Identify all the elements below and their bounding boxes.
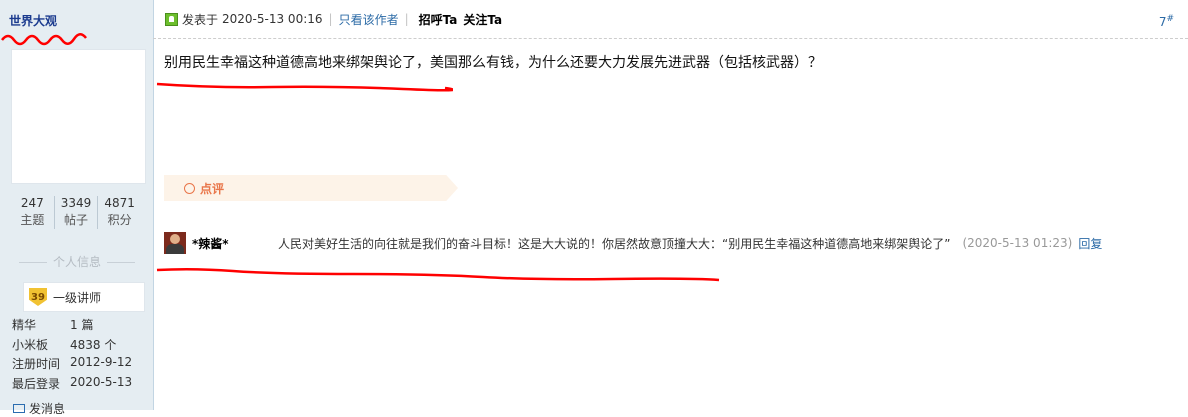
author-info-table: 精华 1 篇 小米板 4838 个 注册时间 2012-9-12 最后登录 2020-5… [12, 316, 132, 394]
info-value: 2020-5-13 [70, 374, 133, 389]
section-title-text: 个人信息 [52, 255, 101, 269]
only-author-link[interactable]: 只看该作者 [339, 11, 399, 28]
post-main: 发表于 2020-5-13 00:16 | 只看该作者 | 招呼Ta 关注Ta … [153, 0, 1188, 410]
info-key: 最后登录 [12, 376, 61, 391]
comment-circle-icon [184, 182, 195, 194]
author-username[interactable]: 世界大观 [9, 12, 57, 29]
posted-prefix: 发表于 [182, 12, 219, 27]
mail-icon [13, 404, 25, 413]
red-annotation-underline [156, 82, 453, 92]
comment-item: *辣酱* 人民对美好生活的向往就是我们的奋斗目标！这是大大说的！你居然故意顶撞大… [164, 232, 1174, 254]
stat-label: 帖子 [64, 213, 89, 227]
info-row: 精华 1 篇 [12, 316, 132, 336]
stat-value: 247 [20, 196, 44, 210]
stat-value: 4871 [104, 196, 135, 210]
comment-label: 点评 [200, 181, 225, 196]
greet-button[interactable]: 招呼Ta [419, 11, 458, 28]
stat-value: 3349 [60, 196, 92, 210]
info-key: 小米板 [12, 337, 49, 352]
author-sidebar: 世界大观 247 主题 3349 帖子 4871 积分 个人信息 39 一级讲师… [0, 0, 154, 416]
online-status-icon [165, 12, 178, 26]
info-key: 精华 [12, 318, 37, 332]
send-message-link[interactable]: 发消息 [13, 400, 65, 417]
stat-label: 积分 [107, 213, 132, 227]
stat-label: 主题 [20, 213, 45, 227]
send-message-label: 发消息 [29, 402, 66, 416]
info-value: 4838 个 [70, 337, 117, 352]
posted-time: 2020-5-13 00:16 [222, 12, 323, 26]
post-content: 别用民生幸福这种道德高地来绑架舆论了，美国那么有钱，为什么还要大力发展先进武器（… [164, 55, 822, 71]
info-value: 2012-9-12 [70, 355, 133, 369]
red-annotation-underline [156, 267, 720, 282]
info-row: 注册时间 2012-9-12 [12, 355, 132, 375]
info-row: 小米板 4838 个 [12, 336, 132, 356]
separator: | [328, 12, 333, 26]
comment-time: (2020-5-13 01:23) [962, 236, 1073, 250]
author-stats: 247 主题 3349 帖子 4871 积分 [11, 196, 141, 229]
rank-badge-box: 39 一级讲师 [23, 282, 145, 312]
info-row: 最后登录 2020-5-13 [12, 375, 132, 395]
comment-text: 人民对美好生活的向往就是我们的奋斗目标！这是大大说的！你居然故意顶撞大大：“别用… [278, 236, 951, 251]
section-title-personal-info: 个人信息 [12, 253, 142, 270]
divider [18, 262, 47, 263]
floor-mark: # [1166, 14, 1174, 24]
comment-section-header: 点评 [164, 175, 458, 201]
stat-points[interactable]: 4871 积分 [98, 196, 141, 229]
divider [107, 262, 135, 263]
rank-title: 一级讲师 [53, 290, 102, 305]
reply-link[interactable]: 回复 [1078, 235, 1102, 252]
stat-topics[interactable]: 247 主题 [11, 196, 55, 229]
info-key: 注册时间 [12, 357, 61, 371]
info-value: 1 篇 [70, 318, 94, 332]
avatar[interactable] [11, 49, 146, 184]
commenter-avatar[interactable] [164, 232, 186, 254]
red-annotation-squiggle [1, 33, 87, 46]
post-header: 发表于 2020-5-13 00:16 | 只看该作者 | 招呼Ta 关注Ta … [153, 0, 1188, 39]
stat-posts[interactable]: 3349 帖子 [55, 196, 99, 229]
rank-shield-icon: 39 [29, 288, 47, 306]
separator: | [404, 12, 409, 26]
floor-number[interactable]: 7# [1159, 14, 1174, 29]
commenter-username[interactable]: *辣酱* [192, 235, 278, 252]
follow-button[interactable]: 关注Ta [463, 11, 502, 28]
